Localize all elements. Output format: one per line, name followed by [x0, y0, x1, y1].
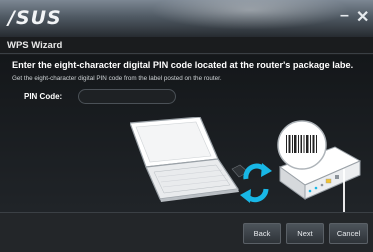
title-bar: /SUS – ✕ [0, 0, 373, 37]
laptop-icon [130, 117, 240, 202]
magnifier-icon [277, 120, 327, 170]
wizard-title: WPS Wizard [0, 37, 373, 54]
asus-logo: /SUS [8, 7, 62, 29]
pin-code-input[interactable] [78, 89, 176, 104]
back-button[interactable]: Back [243, 223, 281, 244]
next-button[interactable]: Next [286, 223, 324, 244]
laptop-router-illustration [130, 117, 362, 212]
wps-wizard-window: /SUS – ✕ WPS Wizard Enter the eight-char… [0, 0, 373, 252]
close-button[interactable]: ✕ [356, 7, 369, 27]
pin-code-label: PIN Code: [24, 92, 63, 101]
wizard-footer: Back Next Cancel [0, 212, 373, 252]
instruction-heading: Enter the eight-character digital PIN co… [12, 60, 354, 70]
minimize-button[interactable]: – [340, 7, 349, 25]
instruction-subtext: Get the eight-character digital PIN code… [12, 75, 222, 82]
cancel-button[interactable]: Cancel [329, 223, 368, 244]
wizard-content: Enter the eight-character digital PIN co… [0, 55, 373, 212]
title-bar-highlight [150, 0, 350, 30]
